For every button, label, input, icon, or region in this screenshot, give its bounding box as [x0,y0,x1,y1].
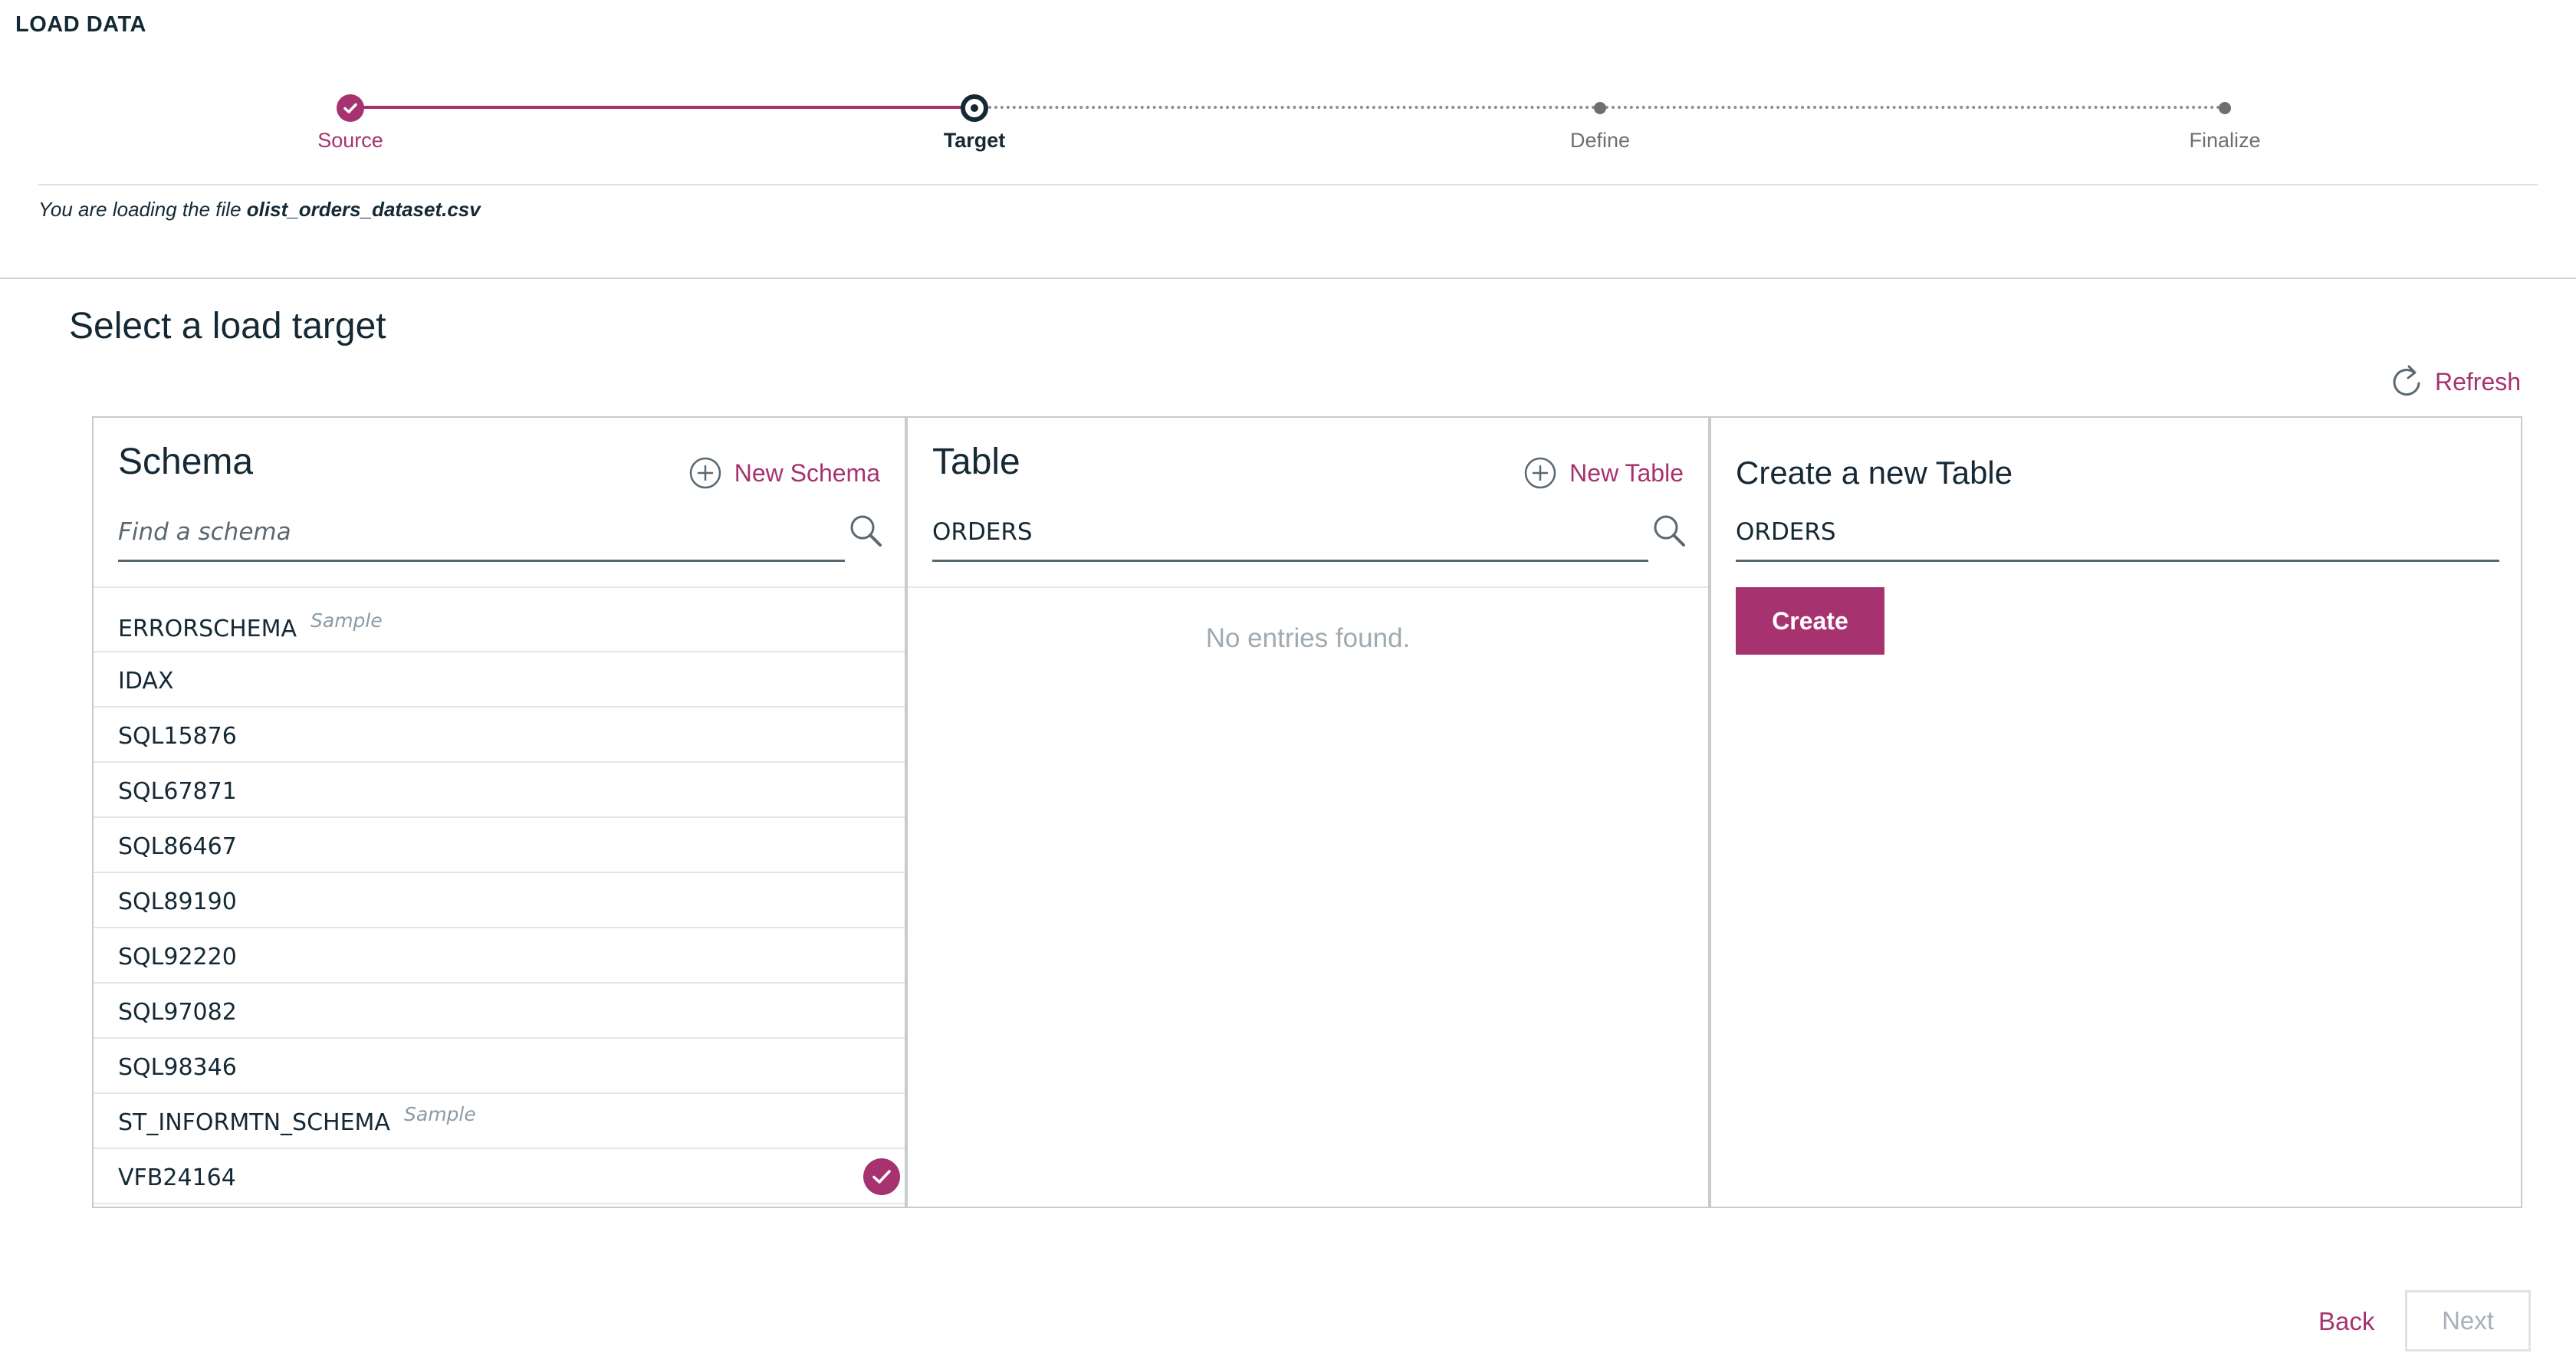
file-note: You are loading the file olist_orders_da… [38,198,481,222]
schema-list-item[interactable]: SQL97082 [94,984,905,1039]
refresh-button[interactable]: Refresh [2390,363,2521,400]
schema-search-input[interactable] [118,504,845,562]
new-table-button[interactable]: New Table [1523,456,1684,490]
schema-name: ST_INFORMTN_SCHEMA [118,1109,390,1136]
schema-name: IDAX [118,668,174,695]
sample-tag: Sample [404,1103,476,1125]
new-schema-label: New Schema [734,458,880,487]
schema-name: SQL86467 [118,833,237,860]
file-name: olist_orders_dataset.csv [246,198,481,221]
table-search [932,504,1687,563]
schema-list-item[interactable]: SQL15876 [94,708,905,763]
refresh-label: Refresh [2435,367,2522,396]
table-panel-title: Table [932,442,1020,482]
add-circle-icon [689,457,721,489]
search-icon[interactable] [1653,514,1687,548]
schema-list-item[interactable]: SQL67871 [94,763,905,818]
next-button[interactable]: Next [2405,1290,2531,1352]
schema-panel-title: Schema [118,442,254,482]
divider [908,586,1708,588]
schema-search [118,504,883,563]
step-connector-complete [350,106,974,109]
step-connector-upcoming [1605,106,2226,109]
schema-list-item[interactable]: SQL92220 [94,928,905,984]
schema-name: SQL15876 [118,723,237,750]
schema-name: SQL98346 [118,1054,237,1081]
schema-name: SQL67871 [118,778,237,805]
schema-list-item[interactable]: VFB24164 [94,1149,905,1204]
step-label-define: Define [1569,129,1631,152]
schema-list-item[interactable]: ERRORSCHEMA Sample [94,600,905,652]
step-complete-icon [337,94,364,122]
step-upcoming-icon [1594,102,1606,114]
table-panel: Table New Table No entries found. [906,416,1710,1208]
schema-list-item[interactable]: ST_INFORMTN_SCHEMA Sample [94,1094,905,1149]
schema-list-item[interactable]: SQL86467 [94,818,905,873]
add-circle-icon [1524,457,1556,489]
schema-list-item[interactable]: SQL89190 [94,873,905,928]
divider [94,586,905,588]
divider [0,278,2576,279]
schema-name: VFB24164 [118,1164,236,1191]
search-icon[interactable] [849,514,883,548]
progress-stepper: Source Target Define Finalize [0,0,2576,184]
divider [38,184,2538,186]
schema-list-item[interactable]: SQL98346 [94,1039,905,1094]
schema-name: ERRORSCHEMA [118,616,297,642]
empty-state: No entries found. [1205,623,1411,653]
new-schema-button[interactable]: New Schema [688,456,880,490]
sample-tag: Sample [310,609,383,632]
schema-list-item[interactable]: IDAX [94,652,905,708]
schema-name: SQL89190 [118,888,237,915]
new-table-label: New Table [1569,458,1684,487]
refresh-icon [2393,365,2420,396]
schema-list: ERRORSCHEMA Sample IDAX SQL15876 SQL67871 SQL… [94,600,905,1204]
table-search-input[interactable] [932,504,1648,562]
step-label-target: Target [943,129,1006,152]
back-button[interactable]: Back [2318,1307,2374,1336]
step-current-icon [961,94,988,122]
page-title: Select a load target [69,306,386,346]
create-button[interactable]: Create [1736,587,1884,655]
step-connector-upcoming [988,106,1602,109]
create-table-panel: Create a new Table Create [1710,416,2522,1208]
selected-check-icon [863,1158,900,1195]
step-label-finalize: Finalize [2189,129,2261,152]
file-note-prefix: You are loading the file [38,198,242,221]
new-table-name [1736,504,2499,563]
table-name-input[interactable] [1736,504,2499,562]
step-label-source: Source [317,129,383,152]
schema-name: SQL92220 [118,944,237,971]
step-upcoming-icon [2219,102,2231,114]
schema-name: SQL97082 [118,999,237,1026]
create-table-title: Create a new Table [1736,455,2013,491]
schema-panel: Schema New Schema ERRORSCHEMA Sample IDAX S… [92,416,906,1208]
